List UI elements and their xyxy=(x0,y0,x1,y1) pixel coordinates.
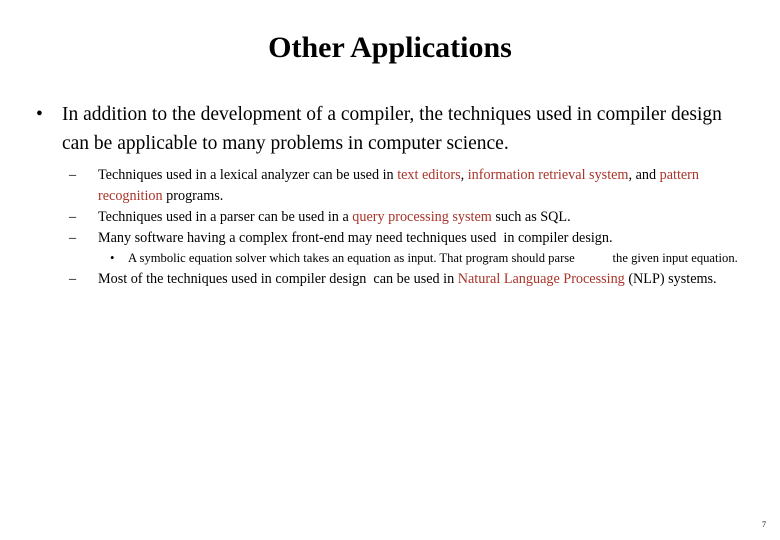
slide-canvas: Other Applications • In addition to the … xyxy=(0,0,780,540)
text-segment: Most of the techniques used in compiler … xyxy=(98,270,458,287)
highlight-natural-language-processing: Natural Language Processing xyxy=(457,270,625,287)
text-segment: , xyxy=(460,167,468,183)
dash-marker-icon: – xyxy=(69,270,77,287)
bullet-level1: • In addition to the development of a co… xyxy=(0,100,780,158)
text-segment: such as SQL. xyxy=(491,209,571,225)
highlight-text-editors: text editors xyxy=(397,167,461,183)
text-gap xyxy=(575,251,613,265)
text-segment: programs. xyxy=(162,188,224,204)
bullet-level3-equation-solver: • A symbolic equation solver which takes… xyxy=(0,249,780,269)
slide-body: • In addition to the development of a co… xyxy=(0,100,780,290)
bullet-level1-text: In addition to the development of a comp… xyxy=(62,104,722,154)
text-segment: , and xyxy=(628,167,660,183)
text-segment: (NLP) systems. xyxy=(624,270,717,287)
highlight-information-retrieval-system: information retrieval system xyxy=(467,167,629,183)
text-segment: the given input equation. xyxy=(612,251,738,265)
bullet-dot-icon: • xyxy=(36,104,43,125)
bullet-dot-icon: • xyxy=(110,251,115,265)
bullet-level2-lexical-analyzer: – Techniques used in a lexical analyzer … xyxy=(0,165,780,207)
highlight-query-processing-system: query processing system xyxy=(352,209,492,225)
bullet-level2-nlp: – Most of the techniques used in compile… xyxy=(0,269,780,290)
bullet-level2-front-end: – Many software having a complex front-e… xyxy=(0,228,780,249)
text-segment: Techniques used in a lexical analyzer ca… xyxy=(98,167,398,183)
dash-marker-icon: – xyxy=(69,230,77,246)
page-number: 7 xyxy=(762,520,766,529)
dash-marker-icon: – xyxy=(69,167,77,183)
text-segment: A symbolic equation solver which takes a… xyxy=(128,251,575,265)
text-segment: Many software having a complex front-end… xyxy=(98,230,613,246)
text-segment: Techniques used in a parser can be used … xyxy=(98,209,353,225)
dash-marker-icon: – xyxy=(69,209,77,225)
bullet-level2-parser: – Techniques used in a parser can be use… xyxy=(0,207,780,228)
page-title: Other Applications xyxy=(268,31,512,64)
